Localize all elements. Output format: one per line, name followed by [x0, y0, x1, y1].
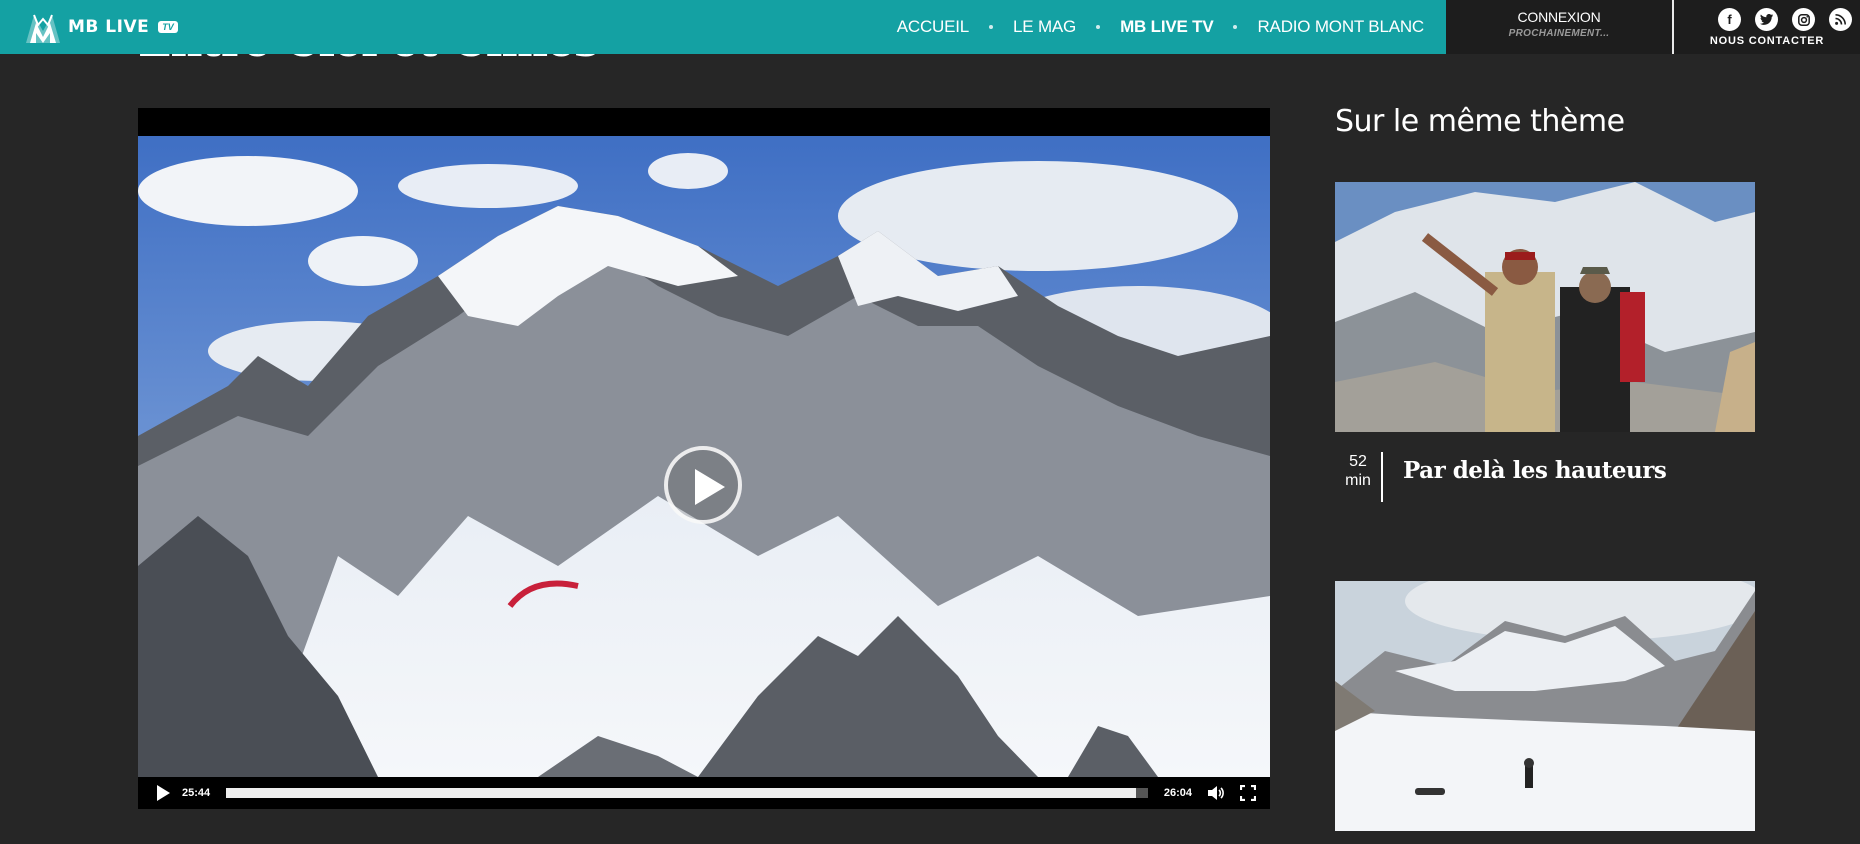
logo-mountain-icon: [26, 14, 60, 43]
top-header: MB LIVE TV ACCUEIL LE MAG MB LIVE TV RAD…: [0, 0, 1860, 54]
current-time: 25:44: [182, 787, 211, 799]
rss-icon[interactable]: [1829, 8, 1852, 31]
related-thumbnail[interactable]: [1335, 581, 1755, 831]
social-panel: f NOUS CONTACTER: [1674, 0, 1860, 54]
duration-unit: min: [1345, 472, 1371, 489]
video-frame[interactable]: [138, 136, 1270, 777]
instagram-icon[interactable]: [1792, 8, 1815, 31]
nav-separator: [1096, 25, 1101, 29]
related-card[interactable]: 52 min Par delà les hauteurs: [1335, 182, 1755, 502]
main-nav: ACCUEIL LE MAG MB LIVE TV RADIO MONT BLA…: [897, 0, 1446, 54]
header-bar: MB LIVE TV ACCUEIL LE MAG MB LIVE TV RAD…: [0, 0, 1446, 54]
progress-bar[interactable]: [226, 788, 1148, 798]
player-controls: 25:44 26:04: [138, 777, 1270, 809]
twitter-icon[interactable]: [1755, 8, 1778, 31]
related-card[interactable]: [1335, 581, 1755, 831]
duration: 26:04: [1163, 787, 1192, 799]
login-button[interactable]: CONNEXION PROCHAINEMENT...: [1446, 0, 1672, 54]
logo-text: MB LIVE: [68, 17, 150, 37]
login-subtitle: PROCHAINEMENT...: [1508, 28, 1610, 39]
page-title: Entre Ciel et Cimes: [138, 54, 599, 64]
duration-value: 52: [1349, 453, 1367, 470]
big-play-button[interactable]: [664, 446, 742, 524]
volume-icon[interactable]: [1200, 777, 1232, 809]
nav-separator: [1233, 25, 1238, 29]
progress-fill: [226, 788, 1136, 798]
video-player[interactable]: 25:44 26:04: [138, 108, 1270, 809]
title-clip: Entre Ciel et Cimes: [0, 54, 1446, 84]
contact-link[interactable]: NOUS CONTACTER: [1674, 35, 1860, 47]
nav-le-mag[interactable]: LE MAG: [1013, 17, 1076, 37]
nav-radio-mont-blanc[interactable]: RADIO MONT BLANC: [1257, 17, 1424, 37]
related-title-text[interactable]: Par delà les hauteurs: [1383, 457, 1667, 484]
fullscreen-icon[interactable]: [1232, 777, 1264, 809]
related-meta: 52 min Par delà les hauteurs: [1335, 452, 1755, 502]
nav-accueil[interactable]: ACCUEIL: [897, 17, 969, 37]
social-icons: f: [1718, 8, 1852, 31]
logo-badge: TV: [158, 21, 178, 33]
nav-separator: [989, 25, 994, 29]
play-icon[interactable]: [138, 777, 182, 809]
site-logo[interactable]: MB LIVE TV: [24, 9, 178, 45]
nav-mb-live-tv[interactable]: MB LIVE TV: [1120, 17, 1214, 54]
login-title: CONNEXION: [1517, 9, 1601, 25]
related-title: Sur le même thème: [1335, 104, 1625, 139]
related-thumbnail[interactable]: [1335, 182, 1755, 432]
facebook-icon[interactable]: f: [1718, 8, 1741, 31]
related-duration: 52 min: [1335, 452, 1383, 502]
